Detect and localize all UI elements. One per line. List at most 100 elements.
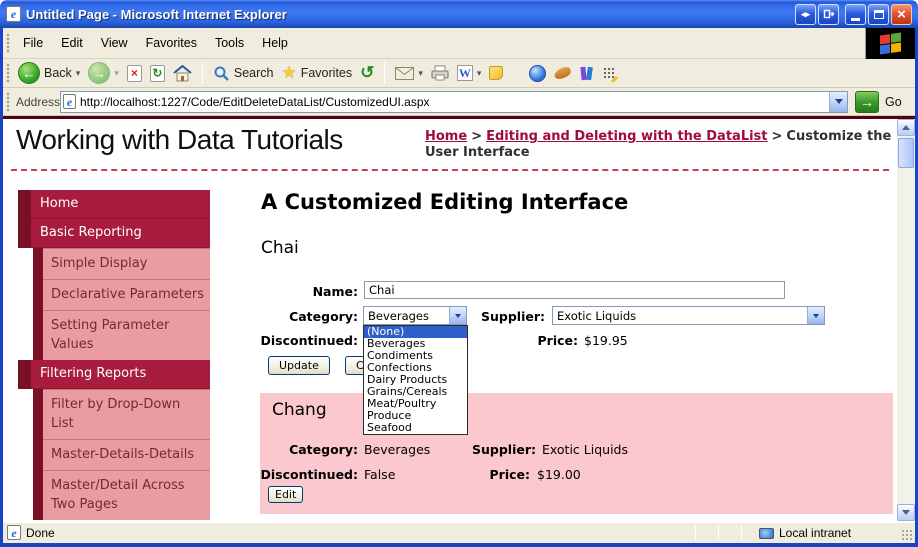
sidebar-item-setting-parameter-values[interactable]: Setting Parameter Values — [18, 310, 210, 360]
category-dropdown-list: (None) Beverages Condiments Confections … — [363, 325, 468, 435]
search-icon — [214, 66, 229, 81]
go-label: Go — [885, 94, 902, 109]
home-button[interactable] — [169, 64, 196, 82]
media-button[interactable] — [550, 65, 575, 81]
stop-button[interactable]: × — [123, 64, 146, 82]
menu-favorites[interactable]: Favorites — [137, 32, 206, 54]
forward-dropdown-icon: ▾ — [114, 67, 119, 78]
update-button[interactable]: Update — [268, 356, 330, 375]
page-content: Working with Data Tutorials Home > Editing… — [3, 119, 897, 521]
datalist-item-chang: Chang Category: Beverages Supplier: Exot… — [260, 393, 893, 514]
supplier-label: Supplier: — [480, 309, 545, 324]
edit-button[interactable]: Edit — [268, 486, 304, 503]
sidebar-menu: Home Basic Reporting Simple Display Decl… — [18, 190, 210, 520]
sidebar-item-master-details-details[interactable]: Master-Details-Details — [18, 439, 210, 470]
window-border-left — [0, 28, 3, 543]
chang-price-value: $19.00 — [537, 467, 581, 482]
menu-help[interactable]: Help — [253, 32, 297, 54]
chevron-down-icon — [813, 313, 819, 318]
toolbar-grip-handle[interactable] — [6, 63, 10, 83]
menu-tools[interactable]: Tools — [206, 32, 253, 54]
scrollbar-thumb[interactable] — [898, 138, 914, 168]
minimize-button[interactable] — [845, 3, 866, 25]
site-title: Working with Data Tutorials — [16, 124, 343, 155]
resize-grip[interactable] — [901, 529, 913, 541]
edit-dropdown-icon: ▾ — [476, 67, 482, 78]
scroll-up-button[interactable] — [897, 119, 915, 136]
home-icon — [173, 64, 192, 81]
addressbar-grip-handle[interactable] — [6, 91, 10, 112]
back-icon: ← — [18, 62, 40, 84]
name-field[interactable] — [364, 281, 785, 299]
menu-view[interactable]: View — [92, 32, 137, 54]
messenger-icon — [529, 64, 547, 82]
address-url[interactable]: http://localhost:1227/Code/EditDeleteDat… — [80, 95, 430, 109]
address-input[interactable]: e http://localhost:1227/Code/EditDeleteD… — [60, 90, 848, 113]
sidebar-item-basic-reporting[interactable]: Basic Reporting — [18, 219, 210, 248]
chang-category-value: Beverages — [364, 442, 431, 457]
go-button[interactable]: → — [855, 90, 879, 113]
price-label: Price: — [537, 333, 579, 348]
breadcrumb-separator: > — [471, 129, 483, 144]
mail-dropdown-icon: ▾ — [418, 67, 423, 78]
history-button[interactable]: ↺ — [356, 63, 378, 83]
menu-edit[interactable]: Edit — [52, 32, 92, 54]
menubar-grip-handle[interactable] — [6, 33, 10, 53]
supplier-dropdown-button[interactable] — [807, 307, 824, 324]
close-button[interactable]: × — [891, 3, 912, 25]
back-label: Back — [44, 66, 72, 80]
vertical-scrollbar[interactable] — [897, 119, 915, 521]
forward-button[interactable]: → ▾ — [84, 62, 123, 84]
maximize-button[interactable] — [868, 3, 889, 25]
name-label: Name: — [312, 284, 358, 299]
resize-toggle-button[interactable]: ◂▸ — [795, 3, 816, 25]
edit-with-word-button[interactable]: W ▾ — [453, 65, 486, 81]
sidebar-item-simple-display[interactable]: Simple Display — [18, 248, 210, 279]
print-button[interactable] — [427, 65, 453, 81]
discontinued-label: Discontinued: — [260, 333, 358, 348]
favorites-label: Favorites — [300, 66, 353, 80]
mail-button[interactable]: ▾ — [391, 66, 427, 80]
minimize-icon — [851, 17, 860, 21]
page-viewport: Working with Data Tutorials Home > Editing… — [3, 116, 915, 521]
address-dropdown-button[interactable] — [829, 91, 847, 112]
address-bar: Address e http://localhost:1227/Code/Edi… — [3, 88, 915, 116]
edit-item-title: Chai — [261, 238, 299, 258]
supplier-select[interactable]: Exotic Liquids — [552, 306, 825, 325]
detach-window-button[interactable] — [818, 3, 839, 25]
breadcrumb-section-link[interactable]: Editing and Deleting with the DataList — [486, 129, 767, 144]
sidebar-item-filtering-reports[interactable]: Filtering Reports — [18, 360, 210, 389]
go-arrow-icon: → — [860, 93, 874, 110]
refresh-button[interactable]: ↻ — [146, 64, 169, 82]
standard-toolbar: ← Back ▾ → ▾ × ↻ Search ★ Favorites ↺ ▾ … — [3, 59, 915, 88]
sidebar-item-master-detail-two-pages[interactable]: Master/Detail Across Two Pages — [18, 470, 210, 520]
messenger-button[interactable] — [525, 64, 550, 82]
status-text: Done — [26, 525, 55, 540]
sidebar-item-declarative-parameters[interactable]: Declarative Parameters — [18, 279, 210, 310]
maximize-icon — [873, 9, 884, 19]
title-bar: e Untitled Page - Microsoft Internet Exp… — [0, 0, 918, 28]
back-button[interactable]: ← Back ▾ — [14, 62, 84, 84]
sidebar-item-home[interactable]: Home — [18, 190, 210, 219]
scroll-down-button[interactable] — [897, 504, 915, 521]
grid-pen-icon — [603, 66, 619, 83]
breadcrumb-home-link[interactable]: Home — [425, 129, 467, 144]
refresh-icon: ↻ — [149, 64, 165, 82]
window-border-bottom — [0, 543, 918, 547]
window-controls: ◂▸ × — [795, 3, 912, 25]
search-label: Search — [233, 66, 274, 80]
discuss-button[interactable] — [485, 66, 507, 80]
status-bar: e Done Local intranet — [3, 521, 915, 543]
menu-file[interactable]: File — [14, 32, 52, 54]
sidebar-item-filter-by-dropdown-list[interactable]: Filter by Drop-Down List — [18, 389, 210, 439]
research-button[interactable] — [575, 66, 599, 81]
favorites-button[interactable]: ★ Favorites — [277, 63, 356, 83]
chang-supplier-label: Supplier: — [471, 442, 536, 457]
dropdown-option-seafood[interactable]: Seafood — [364, 422, 467, 434]
view-item-title: Chang — [272, 400, 327, 420]
messenger-grid-button[interactable] — [599, 66, 620, 83]
breadcrumb: Home > Editing and Deleting with the DataL… — [425, 129, 895, 161]
search-button[interactable]: Search — [209, 65, 278, 82]
favorites-star-icon: ★ — [281, 63, 297, 82]
note-icon — [489, 66, 504, 80]
